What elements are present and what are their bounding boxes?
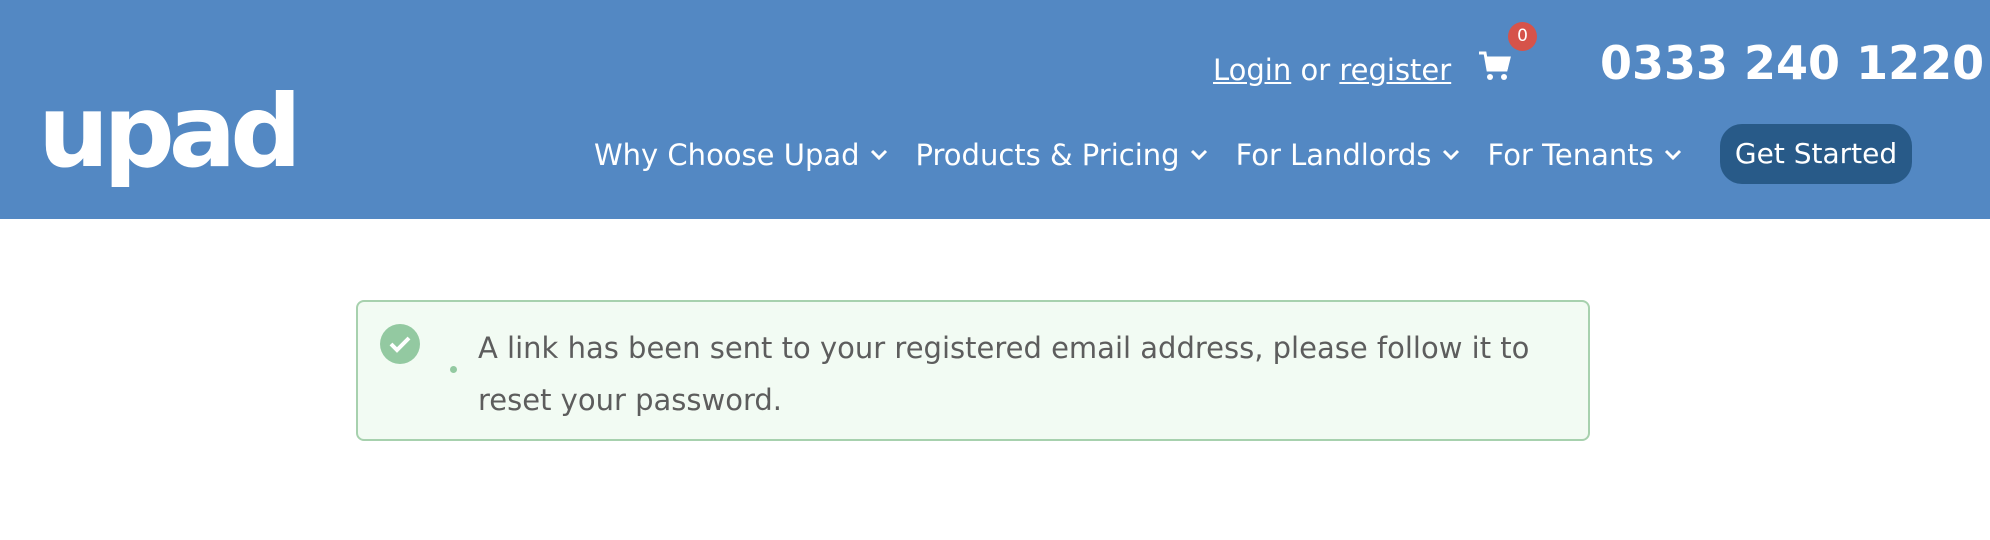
or-text: or — [1300, 53, 1331, 87]
nav-label: For Tenants — [1487, 138, 1654, 172]
cart-button[interactable]: 0 — [1478, 22, 1542, 90]
bullet-dot — [450, 366, 457, 373]
success-alert: A link has been sent to your registered … — [356, 300, 1590, 441]
chevron-down-icon — [870, 149, 887, 161]
nav-for-landlords[interactable]: For Landlords — [1236, 135, 1460, 175]
chevron-down-icon — [1664, 149, 1681, 161]
account-links: Login or register — [1213, 50, 1451, 90]
chevron-down-icon — [1190, 149, 1207, 161]
cart-count-badge: 0 — [1508, 22, 1537, 51]
nav-label: For Landlords — [1235, 138, 1432, 172]
nav-products-pricing[interactable]: Products & Pricing — [916, 135, 1208, 175]
alert-message: A link has been sent to your registered … — [478, 331, 1530, 417]
nav-for-tenants[interactable]: For Tenants — [1488, 135, 1682, 175]
cart-icon — [1479, 51, 1511, 80]
check-circle-icon — [380, 324, 420, 364]
logo-text: upad — [38, 73, 302, 190]
register-link[interactable]: register — [1339, 53, 1451, 87]
nav-why-choose-upad[interactable]: Why Choose Upad — [594, 135, 888, 175]
site-header: upad Login or register 0 0333 240 1220 W… — [0, 0, 1990, 219]
phone-number[interactable]: 0333 240 1220 — [1600, 35, 1984, 91]
login-link[interactable]: Login — [1213, 53, 1291, 87]
chevron-down-icon — [1442, 149, 1459, 161]
main-nav: Why Choose Upad Products & Pricing For L… — [594, 135, 1682, 175]
upad-logo[interactable]: upad — [38, 82, 302, 182]
nav-label: Why Choose Upad — [594, 138, 860, 172]
get-started-button[interactable]: Get Started — [1720, 124, 1912, 184]
nav-label: Products & Pricing — [915, 138, 1180, 172]
